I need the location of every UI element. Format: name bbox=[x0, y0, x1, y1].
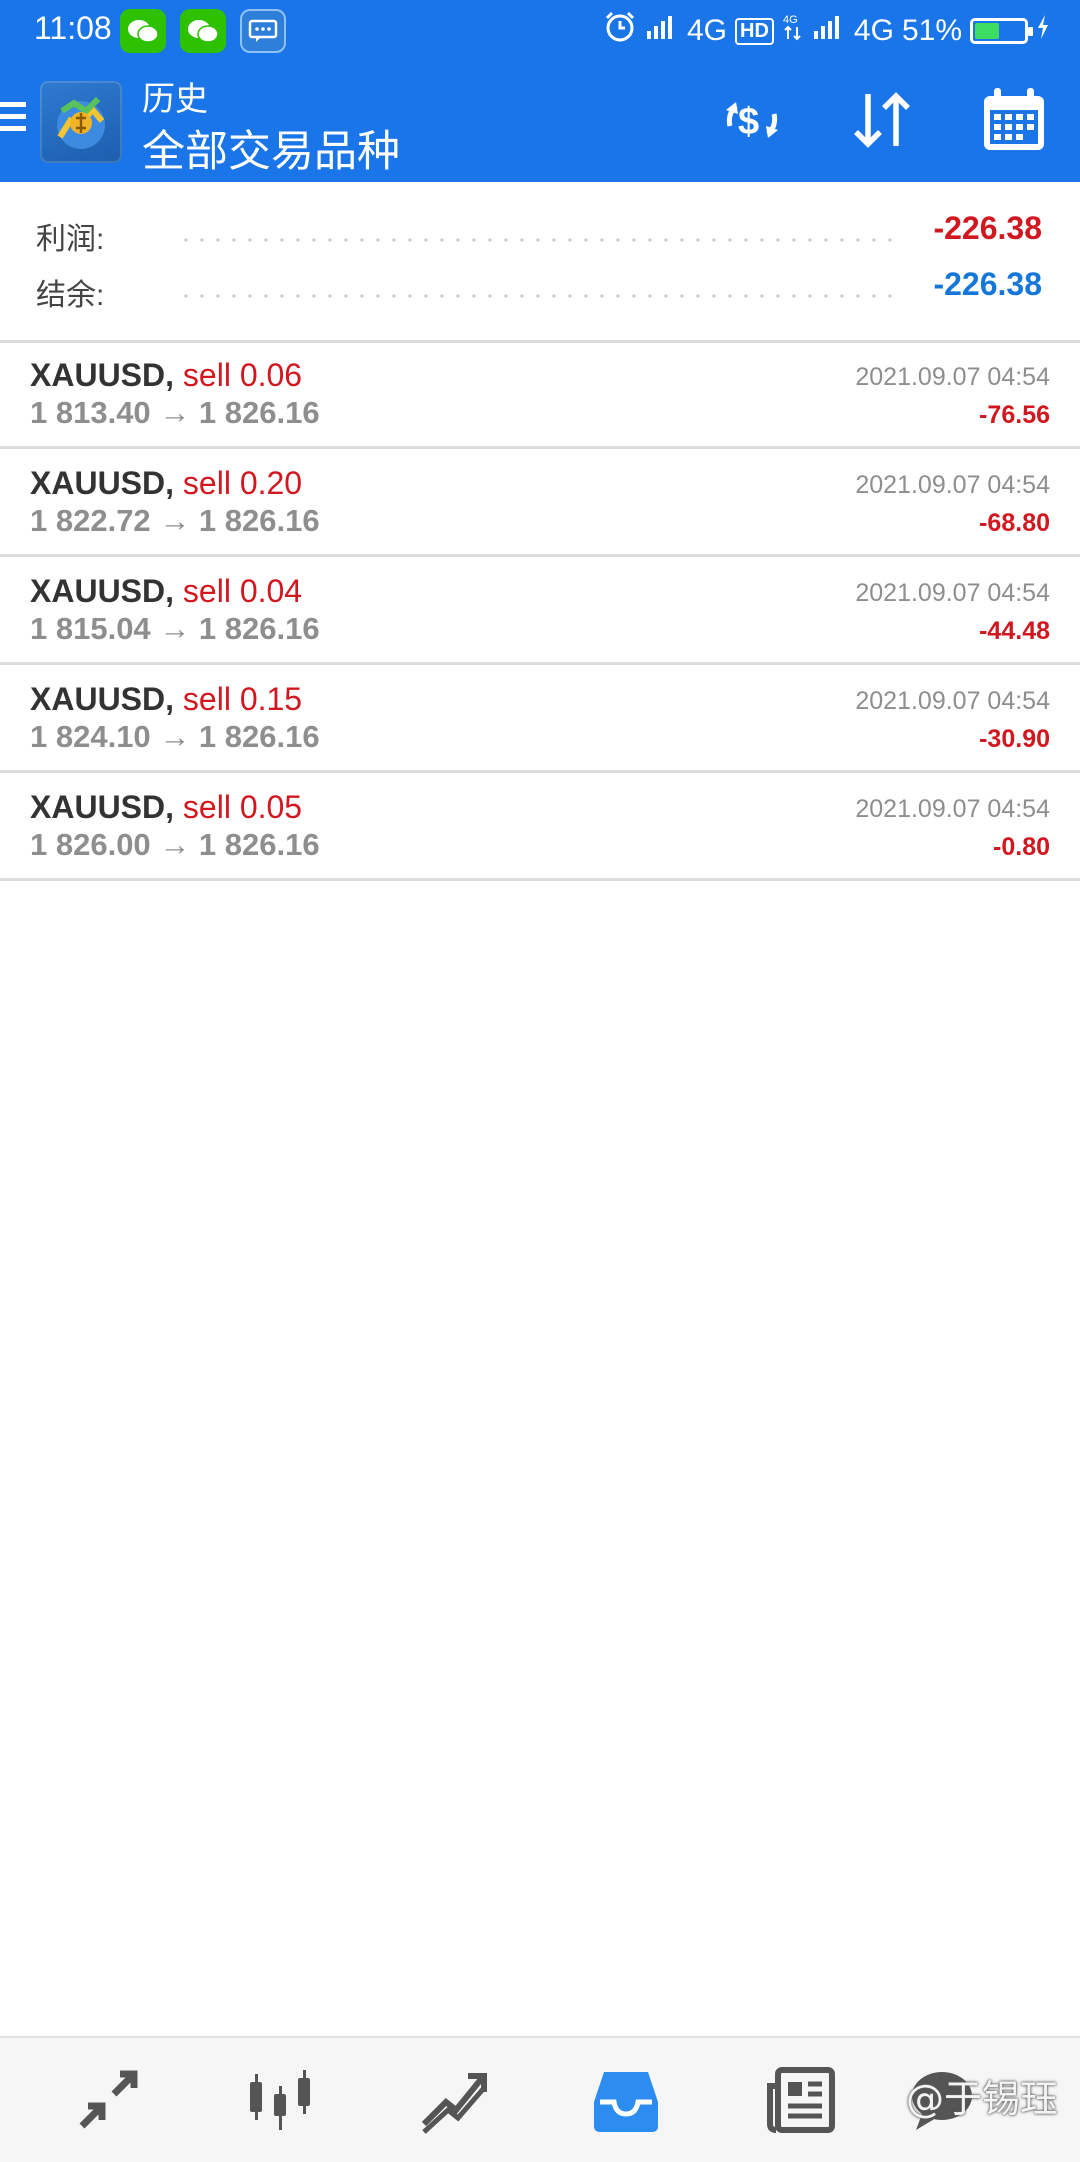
quotes-icon[interactable] bbox=[72, 2064, 144, 2136]
trade-time: 2021.09.07 04:54 bbox=[855, 795, 1050, 823]
signal-icon bbox=[645, 13, 679, 49]
trade-prices: 1 826.00 → 1 826.16 bbox=[30, 827, 320, 862]
trade-prices: 1 815.04 → 1 826.16 bbox=[30, 611, 320, 646]
trade-symbol: XAUUSD, sell 0.06 bbox=[30, 357, 303, 393]
page-subtitle: 历史 bbox=[142, 80, 208, 117]
trade-prices: 1 813.40 → 1 826.16 bbox=[30, 395, 320, 430]
chart-icon[interactable] bbox=[244, 2064, 316, 2136]
wechat-notification-icon bbox=[120, 9, 166, 53]
dotted-leader bbox=[178, 294, 900, 298]
menu-icon[interactable] bbox=[0, 102, 26, 142]
trade-type: sell 0.20 bbox=[182, 465, 303, 501]
profit-label: 利润: bbox=[36, 223, 105, 256]
trade-symbol: XAUUSD, sell 0.05 bbox=[30, 789, 303, 825]
signal-icon-2 bbox=[812, 13, 846, 49]
trade-time: 2021.09.07 04:54 bbox=[855, 363, 1050, 391]
balance-value: -226.38 bbox=[933, 266, 1042, 302]
calendar-icon[interactable] bbox=[978, 84, 1050, 156]
data-activity-icon: 4G bbox=[782, 11, 804, 51]
history-summary: 利润: -226.38 结余: -226.38 bbox=[0, 182, 1080, 343]
trade-row[interactable]: XAUUSD, sell 0.20 1 822.72 → 1 826.16 20… bbox=[0, 449, 1080, 557]
svg-text:4G: 4G bbox=[783, 14, 798, 26]
deposit-withdraw-icon[interactable]: $ bbox=[716, 84, 788, 156]
trade-time: 2021.09.07 04:54 bbox=[855, 687, 1050, 715]
trade-row[interactable]: XAUUSD, sell 0.06 1 813.40 → 1 826.16 20… bbox=[0, 341, 1080, 449]
wechat-notification-icon-2 bbox=[180, 9, 226, 53]
dotted-leader bbox=[178, 238, 900, 242]
app-bar: 历史 全部交易品种 $ bbox=[0, 62, 1080, 182]
trade-icon[interactable] bbox=[418, 2064, 490, 2136]
history-icon[interactable] bbox=[590, 2064, 662, 2136]
trade-profit: -44.48 bbox=[979, 617, 1050, 645]
symbol-filter-title[interactable]: 全部交易品种 bbox=[142, 117, 400, 179]
news-icon[interactable] bbox=[764, 2064, 836, 2136]
trade-type: sell 0.05 bbox=[182, 789, 303, 825]
profit-row: 利润: -226.38 bbox=[0, 208, 1080, 258]
trade-symbol: XAUUSD, sell 0.20 bbox=[30, 465, 303, 501]
bottom-navigation: @于锡珏 bbox=[0, 2036, 1080, 2162]
status-indicators: 4G HD 4G 4G 51% bbox=[603, 10, 1050, 52]
trade-profit: -76.56 bbox=[979, 401, 1050, 429]
message-notification-icon bbox=[240, 9, 286, 53]
sort-icon[interactable] bbox=[846, 84, 918, 156]
trade-row[interactable]: XAUUSD, sell 0.05 1 826.00 → 1 826.16 20… bbox=[0, 773, 1080, 881]
trade-profit: -68.80 bbox=[979, 509, 1050, 537]
trade-prices: 1 824.10 → 1 826.16 bbox=[30, 719, 320, 754]
hd-badge: HD bbox=[735, 17, 774, 45]
trade-profit: -0.80 bbox=[993, 833, 1050, 861]
trade-time: 2021.09.07 04:54 bbox=[855, 579, 1050, 607]
svg-text:$: $ bbox=[738, 101, 759, 143]
balance-label: 结余: bbox=[36, 279, 105, 312]
battery-cap bbox=[1028, 27, 1033, 36]
trade-row[interactable]: XAUUSD, sell 0.15 1 824.10 → 1 826.16 20… bbox=[0, 665, 1080, 773]
trade-type: sell 0.04 bbox=[182, 573, 303, 609]
battery-icon bbox=[970, 18, 1033, 44]
trade-symbol: XAUUSD, sell 0.04 bbox=[30, 573, 303, 609]
charging-icon bbox=[1036, 14, 1050, 48]
battery-percent: 51% bbox=[901, 14, 962, 47]
trade-type: sell 0.06 bbox=[182, 357, 303, 393]
profit-value: -226.38 bbox=[933, 210, 1042, 246]
trade-history-list: XAUUSD, sell 0.06 1 813.40 → 1 826.16 20… bbox=[0, 341, 1080, 881]
app-header: 11:08 4G HD 4G 4G 51% 历史 全部交易品种 $ bbox=[0, 0, 1080, 182]
balance-row: 结余: -226.38 bbox=[0, 264, 1080, 314]
network-type-2: 4G bbox=[853, 14, 894, 47]
alarm-icon bbox=[603, 10, 637, 52]
app-logo-icon[interactable] bbox=[40, 81, 122, 163]
trade-prices: 1 822.72 → 1 826.16 bbox=[30, 503, 320, 538]
trade-symbol: XAUUSD, sell 0.15 bbox=[30, 681, 303, 717]
trade-time: 2021.09.07 04:54 bbox=[855, 471, 1050, 499]
trade-row[interactable]: XAUUSD, sell 0.04 1 815.04 → 1 826.16 20… bbox=[0, 557, 1080, 665]
trade-type: sell 0.15 bbox=[182, 681, 303, 717]
status-time: 11:08 bbox=[34, 10, 112, 46]
status-bar: 11:08 4G HD 4G 4G 51% bbox=[0, 0, 1080, 62]
network-type-1: 4G bbox=[687, 14, 728, 47]
trade-profit: -30.90 bbox=[979, 725, 1050, 753]
battery-fill bbox=[975, 23, 999, 39]
watermark: @于锡珏 bbox=[905, 2077, 1058, 2121]
